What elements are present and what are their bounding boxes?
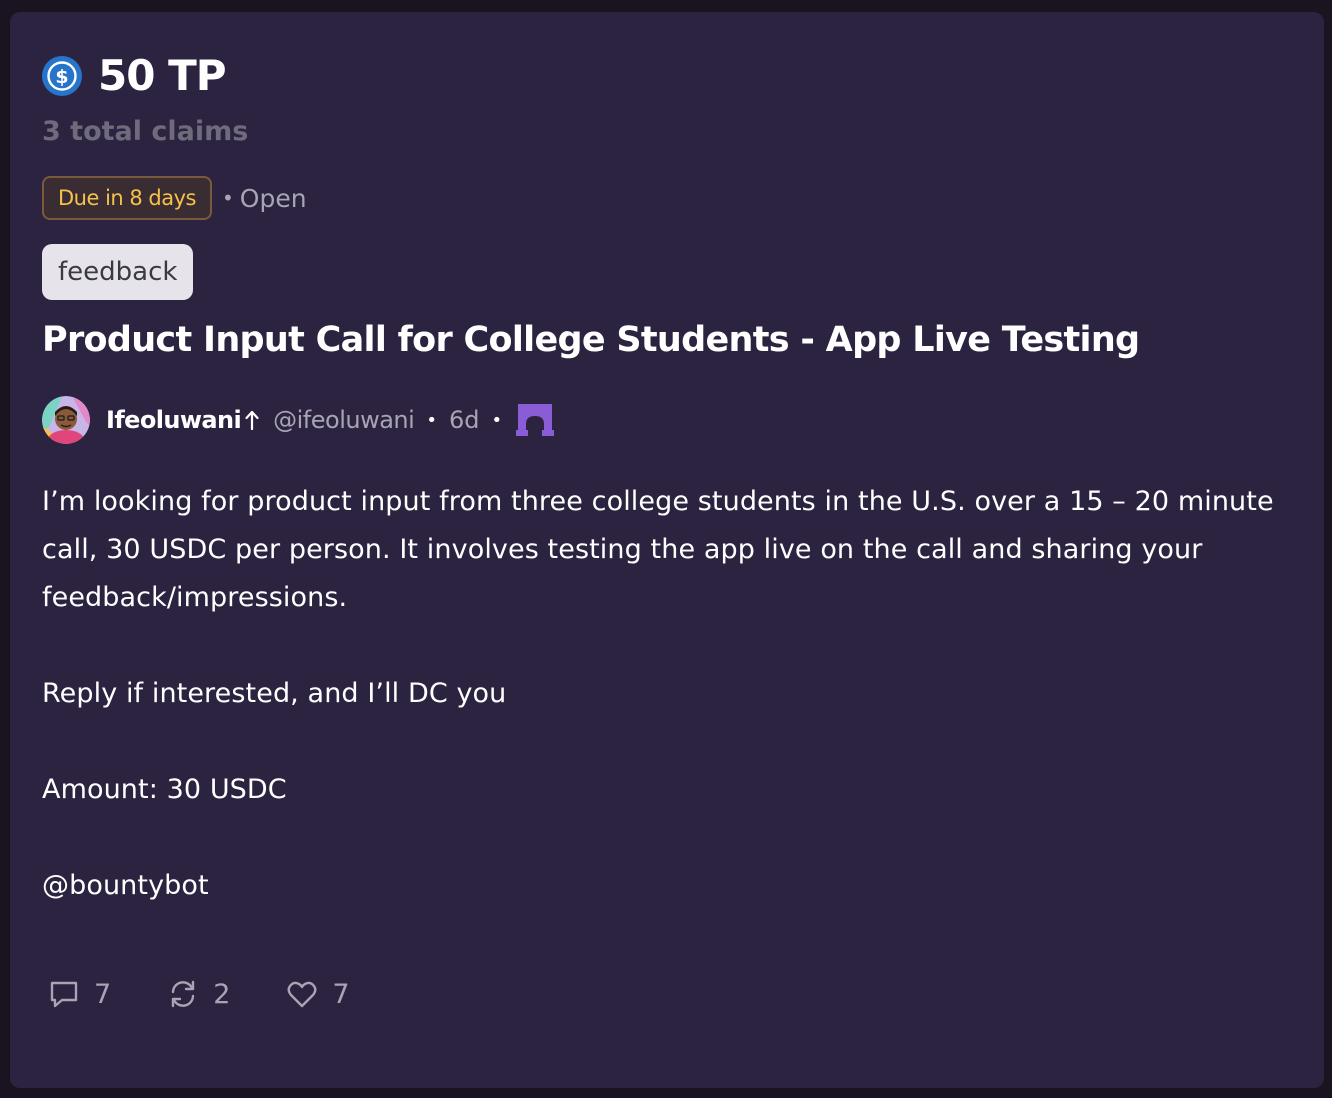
post-age[interactable]: 6d [449, 406, 480, 434]
total-claims: 3 total claims [42, 116, 249, 147]
reward-amount: 50 TP [98, 51, 227, 100]
body-paragraph: Amount: 30 USDC [42, 774, 287, 805]
tag-feedback[interactable]: feedback [42, 244, 194, 300]
action-bar: 7 2 7 [48, 974, 406, 1014]
recast-icon [171, 980, 195, 1008]
bounty-card[interactable]: $ 50 TP 3 total claims Due in 8 days • O… [10, 12, 1324, 1088]
status-separator: • [222, 186, 234, 210]
due-badge: Due in 8 days [42, 176, 212, 220]
like-button[interactable]: 7 [286, 978, 350, 1010]
body-mention[interactable]: @bountybot [42, 862, 1292, 910]
author-row: Ifeoluwani @ifeoluwani • 6d • [42, 396, 555, 444]
status-row: Due in 8 days • Open [42, 176, 307, 220]
arch-gate-icon[interactable] [516, 402, 555, 438]
bounty-title[interactable]: Product Input Call for College Students … [42, 320, 1140, 360]
author-name[interactable]: Ifeoluwani [106, 406, 242, 434]
recast-count: 2 [213, 978, 231, 1010]
body-paragraph: I’m looking for product input from three… [42, 486, 1274, 613]
heart-icon [287, 981, 317, 1008]
post-body: I’m looking for product input from three… [42, 478, 1292, 910]
author-handle[interactable]: @ifeoluwani [273, 406, 415, 434]
meta-separator: • [426, 409, 437, 431]
avatar[interactable] [42, 396, 90, 444]
meta-separator: • [491, 409, 503, 431]
arrow-up-icon [245, 410, 259, 430]
recast-button[interactable]: 2 [167, 978, 230, 1010]
reward-row: $ 50 TP [42, 51, 227, 100]
comment-icon [50, 981, 78, 1008]
usdc-coin-icon: $ [42, 56, 82, 96]
like-count: 7 [332, 978, 350, 1010]
reply-count: 7 [94, 978, 112, 1010]
reply-button[interactable]: 7 [48, 978, 111, 1010]
status-text: Open [239, 183, 307, 213]
svg-text:$: $ [55, 66, 68, 88]
body-paragraph: Reply if interested, and I’ll DC you [42, 678, 507, 709]
